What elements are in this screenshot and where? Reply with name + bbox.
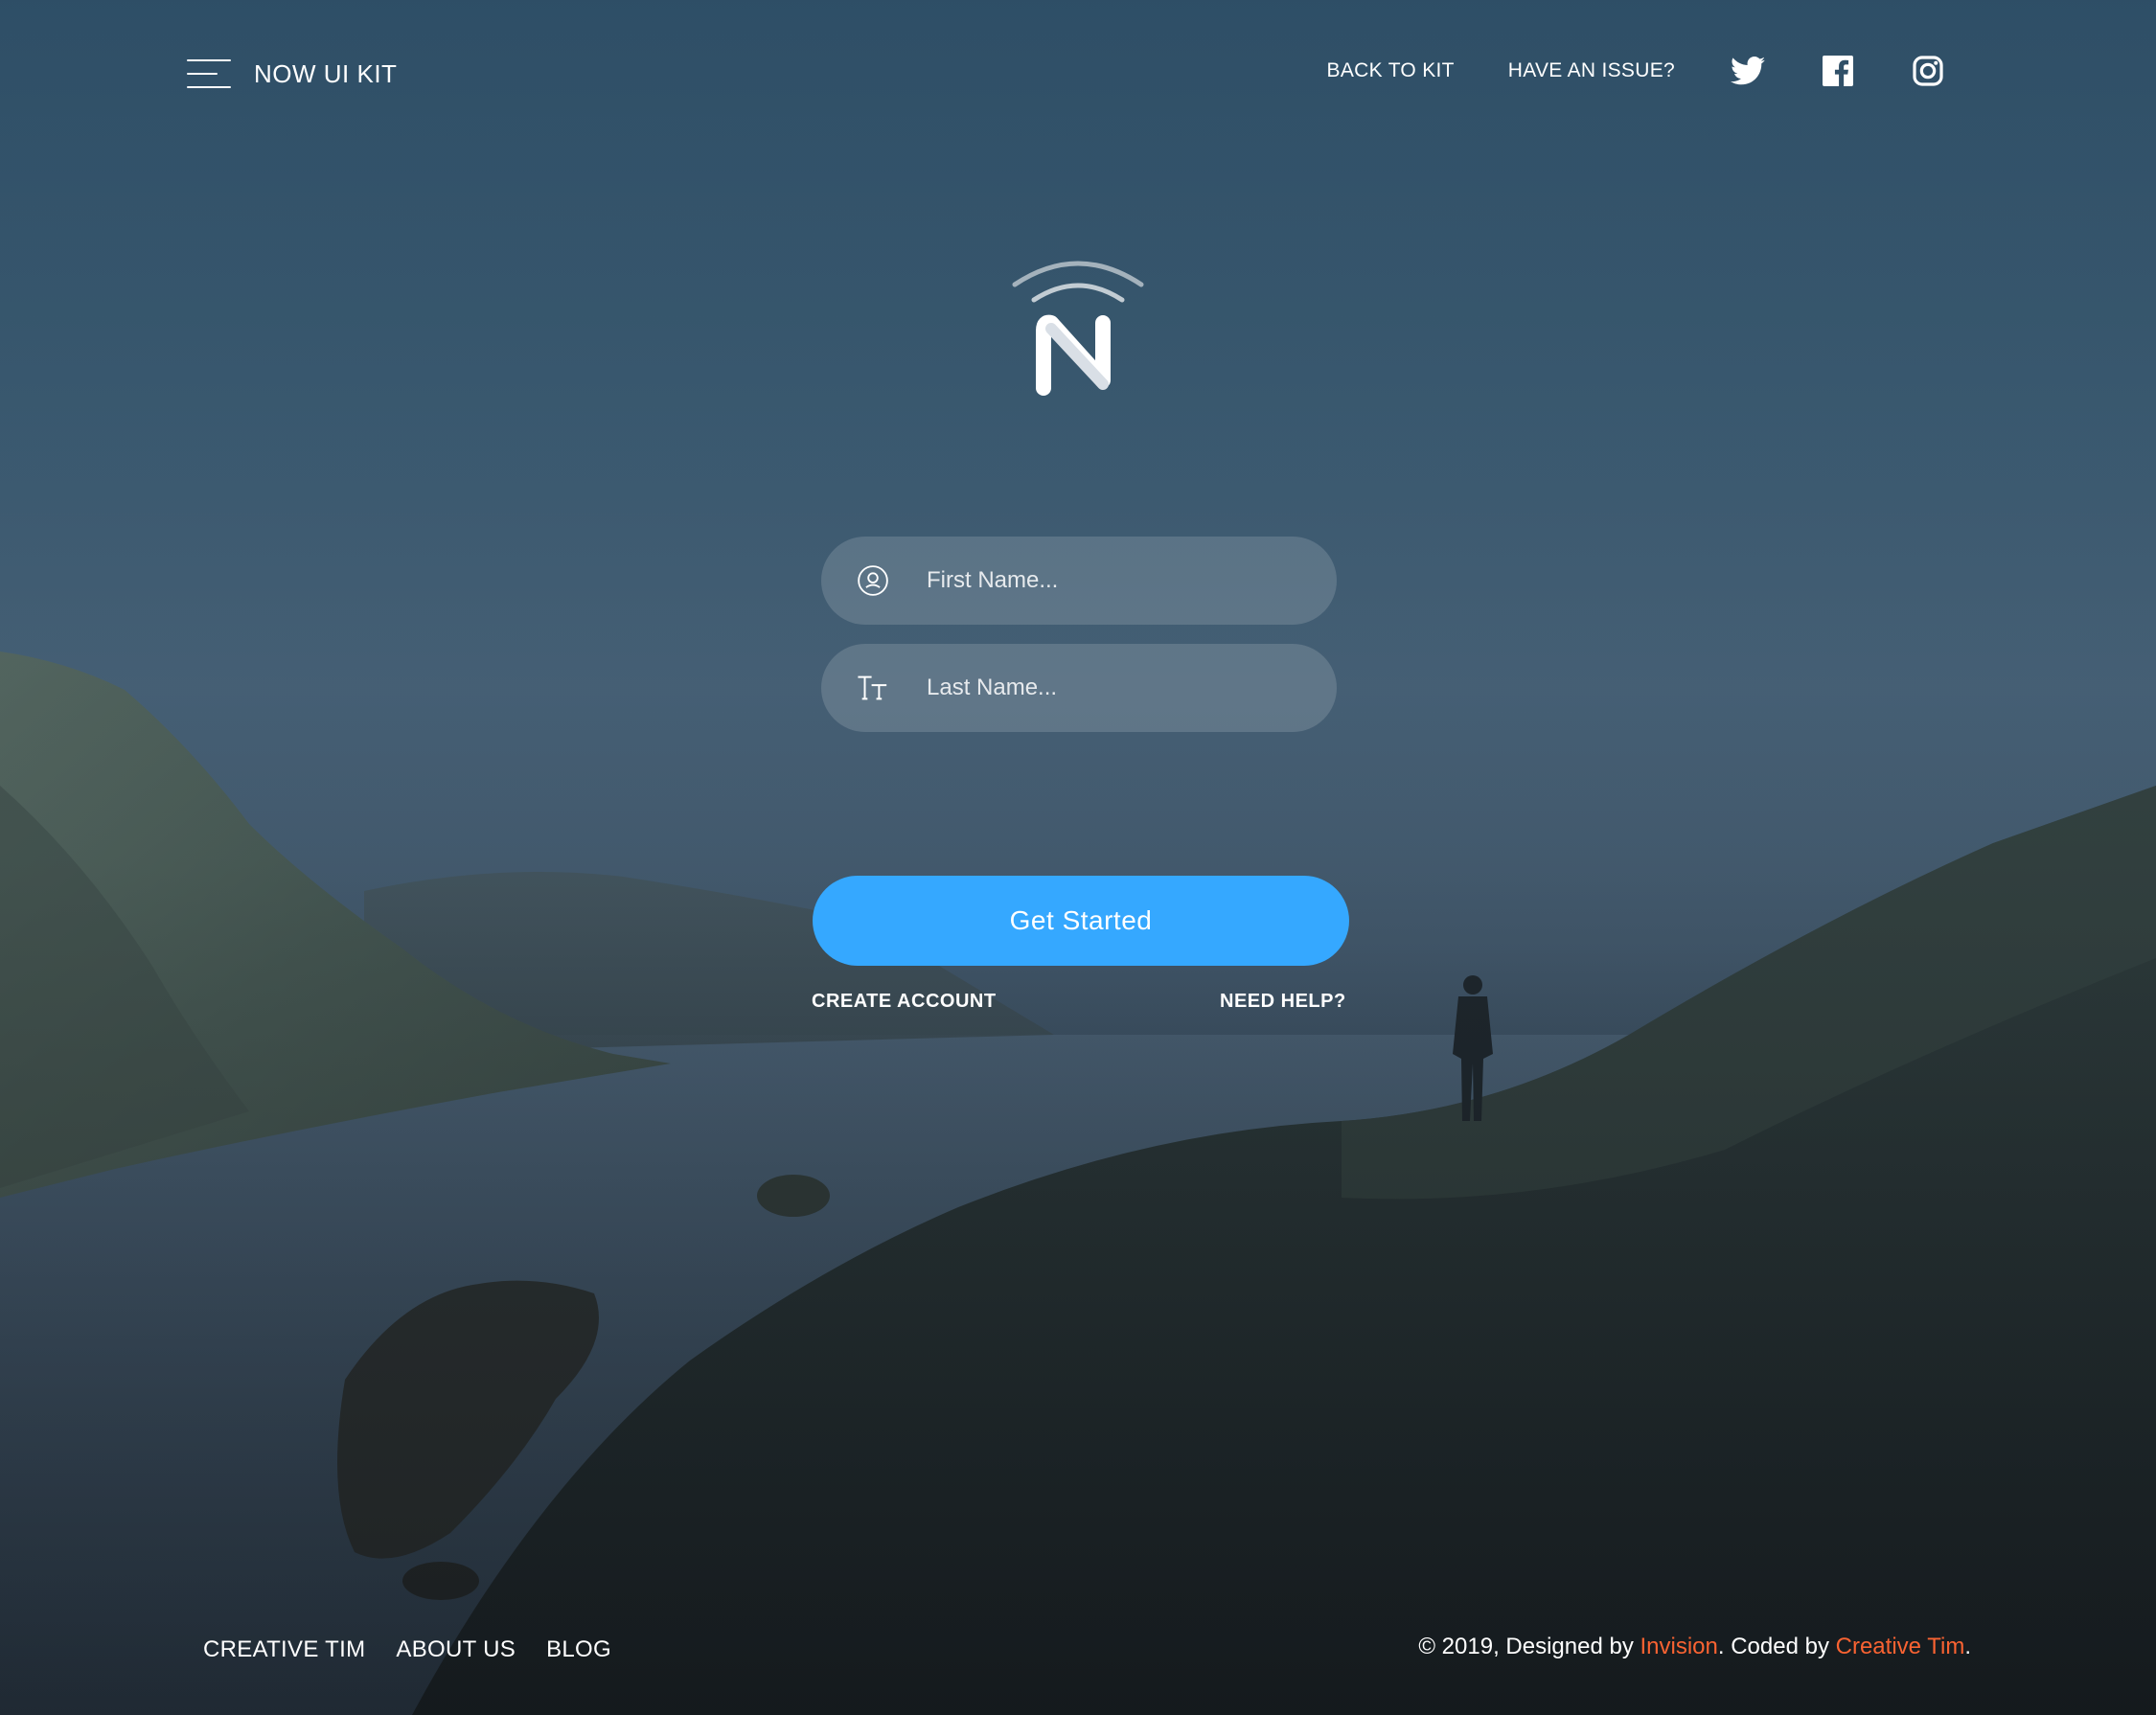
need-help-link[interactable]: NEED HELP? (1220, 991, 1346, 1013)
facebook-icon[interactable] (1821, 54, 1855, 88)
designer-link[interactable]: Invision (1640, 1634, 1718, 1659)
get-started-button[interactable]: Get Started (813, 876, 1349, 966)
login-page: NOW UI KIT BACK TO KIT HAVE AN ISSUE? Fi… (0, 0, 2156, 1715)
create-account-link[interactable]: CREATE ACCOUNT (812, 991, 997, 1013)
now-ui-logo (1012, 261, 1144, 396)
hamburger-menu-icon[interactable] (187, 56, 231, 92)
nav-link-have-an-issue[interactable]: HAVE AN ISSUE? (1508, 59, 1675, 82)
coder-link[interactable]: Creative Tim (1836, 1634, 1965, 1659)
brand[interactable]: NOW UI KIT (187, 56, 397, 92)
footer-nav: CREATIVE TIM ABOUT US BLOG (203, 1636, 611, 1663)
brand-title[interactable]: NOW UI KIT (254, 59, 397, 89)
footer-link-creative-tim[interactable]: CREATIVE TIM (203, 1636, 365, 1663)
footer-link-blog[interactable]: BLOG (546, 1636, 611, 1663)
footer-link-about-us[interactable]: ABOUT US (396, 1636, 516, 1663)
nav-link-back-to-kit[interactable]: BACK TO KIT (1327, 59, 1455, 82)
copyright-middle: . Coded by (1717, 1634, 1836, 1659)
navbar: NOW UI KIT BACK TO KIT HAVE AN ISSUE? (0, 0, 2156, 153)
copyright: © 2019, Designed by Invision. Coded by C… (1418, 1634, 1971, 1660)
copyright-suffix: . (1964, 1634, 1971, 1659)
last-name-group (821, 644, 1337, 732)
first-name-input[interactable] (925, 566, 1308, 595)
text-format-icon (854, 669, 892, 707)
user-circle-icon (854, 561, 892, 600)
first-name-group (821, 537, 1337, 625)
last-name-input[interactable] (925, 674, 1308, 702)
copyright-prefix: © 2019, Designed by (1418, 1634, 1640, 1659)
instagram-icon[interactable] (1911, 54, 1945, 88)
twitter-icon[interactable] (1731, 54, 1765, 88)
nav-right: BACK TO KIT HAVE AN ISSUE? (1273, 54, 1945, 88)
